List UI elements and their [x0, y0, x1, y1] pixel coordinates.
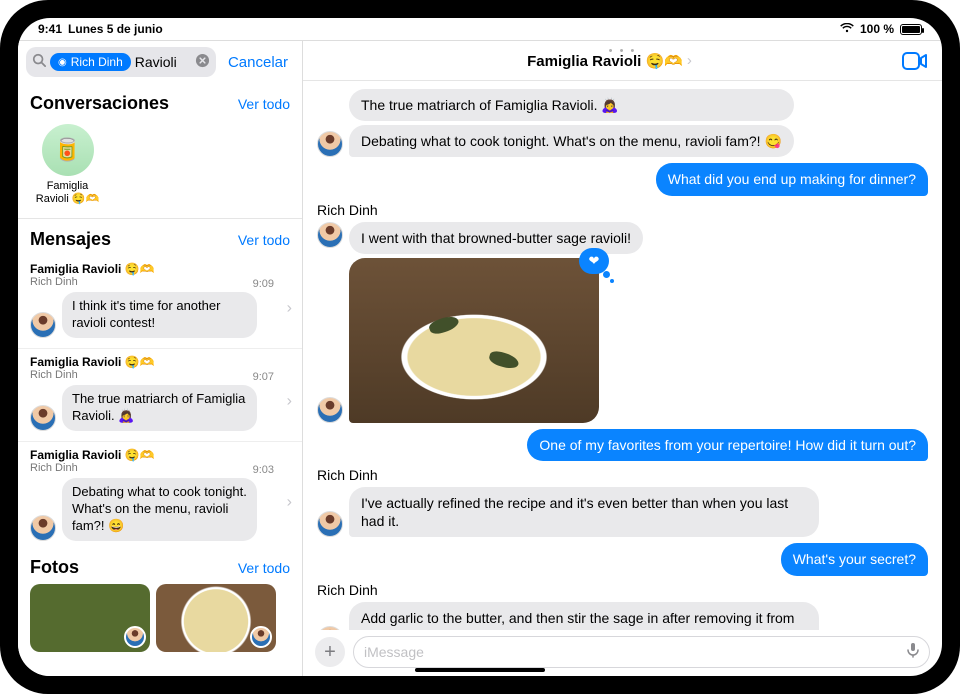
tapback-love[interactable]: ❤: [579, 248, 609, 274]
photo-result[interactable]: [156, 584, 276, 652]
conversation-pane: • • • Famiglia Ravioli 🤤🫶 › The true mat…: [303, 41, 942, 676]
avatar: [317, 511, 343, 537]
sender-label: Rich Dinh: [317, 467, 928, 483]
conversation-avatar: 🥫: [42, 124, 94, 176]
photos-heading: Fotos: [30, 557, 79, 578]
avatar: [317, 222, 343, 248]
search-token-label: Rich Dinh: [71, 55, 123, 69]
message-result-time: 9:07: [253, 371, 274, 383]
chevron-right-icon: ›: [287, 392, 292, 410]
status-time: 9:41: [38, 22, 62, 36]
message-result-chat: Famiglia Ravioli 🤤🫶: [30, 262, 290, 276]
battery-icon: [900, 24, 922, 35]
status-bar: 9:41 Lunes 5 de junio 100 %: [18, 18, 942, 40]
incoming-message[interactable]: Debating what to cook tonight. What's on…: [349, 125, 794, 157]
sidebar: ◉ Rich Dinh Ravioli Cancelar Conversacio…: [18, 41, 303, 676]
chevron-right-icon: ›: [287, 300, 292, 318]
sender-label: Rich Dinh: [317, 582, 928, 598]
message-result-time: 9:09: [253, 278, 274, 290]
avatar: [317, 131, 343, 157]
conversation-title: Famiglia Ravioli 🤤🫶: [527, 52, 683, 70]
avatar: [30, 515, 56, 541]
message-input-placeholder: iMessage: [364, 644, 424, 660]
incoming-message[interactable]: I've actually refined the recipe and it'…: [349, 487, 819, 537]
add-attachment-button[interactable]: +: [315, 637, 345, 667]
conversation-name-line2: Ravioli 🤤🫶: [30, 193, 105, 206]
conversation-header: • • • Famiglia Ravioli 🤤🫶 ›: [303, 41, 942, 81]
message-input[interactable]: iMessage: [353, 636, 930, 668]
conversations-see-all[interactable]: Ver todo: [238, 96, 290, 112]
message-result-chat: Famiglia Ravioli 🤤🫶: [30, 448, 290, 462]
message-result-sender: Rich Dinh: [30, 276, 290, 288]
avatar: [317, 397, 343, 423]
wifi-icon: [840, 22, 854, 36]
message-thread[interactable]: The true matriarch of Famiglia Ravioli. …: [303, 81, 942, 630]
message-result-sender: Rich Dinh: [30, 369, 290, 381]
message-result-text: Debating what to cook tonight. What's on…: [62, 478, 257, 541]
chevron-right-icon: ›: [287, 494, 292, 512]
person-icon: ◉: [58, 57, 67, 68]
conversations-heading: Conversaciones: [30, 93, 169, 114]
facetime-button[interactable]: [902, 52, 928, 70]
search-field[interactable]: ◉ Rich Dinh Ravioli: [26, 47, 216, 77]
conversation-name-line1: Famiglia: [30, 180, 105, 193]
message-result-chat: Famiglia Ravioli 🤤🫶: [30, 355, 290, 369]
incoming-message[interactable]: Add garlic to the butter, and then stir …: [349, 602, 819, 631]
messages-heading: Mensajes: [30, 229, 111, 250]
search-query-text: Ravioli: [135, 54, 177, 70]
avatar: [30, 312, 56, 338]
message-result-sender: Rich Dinh: [30, 462, 290, 474]
message-result-text: The true matriarch of Famiglia Ravioli. …: [62, 385, 257, 431]
status-date: Lunes 5 de junio: [68, 22, 163, 36]
photo-result[interactable]: [30, 584, 150, 652]
chevron-right-icon: ›: [687, 52, 692, 69]
message-result-text: I think it's time for another ravioli co…: [62, 292, 257, 338]
message-result-time: 9:03: [253, 464, 274, 476]
composer: + iMessage: [303, 630, 942, 676]
search-icon: [32, 53, 46, 72]
sender-label: Rich Dinh: [317, 202, 928, 218]
outgoing-message[interactable]: What did you end up making for dinner?: [656, 163, 928, 195]
home-indicator[interactable]: [415, 668, 545, 672]
avatar: [250, 626, 272, 648]
messages-see-all[interactable]: Ver todo: [238, 232, 290, 248]
outgoing-message[interactable]: What's your secret?: [781, 543, 928, 575]
incoming-message[interactable]: The true matriarch of Famiglia Ravioli. …: [349, 89, 794, 121]
avatar: [124, 626, 146, 648]
dictation-button[interactable]: [907, 642, 919, 662]
clear-search-button[interactable]: [195, 53, 210, 71]
photos-see-all[interactable]: Ver todo: [238, 560, 290, 576]
avatar: [30, 405, 56, 431]
battery-percent: 100 %: [860, 22, 894, 36]
image-attachment[interactable]: [349, 258, 599, 423]
search-token-contact[interactable]: ◉ Rich Dinh: [50, 53, 131, 71]
message-result[interactable]: Famiglia Ravioli 🤤🫶 Rich Dinh 9:07 The t…: [18, 349, 302, 442]
cancel-search-button[interactable]: Cancelar: [222, 54, 294, 71]
message-result[interactable]: Famiglia Ravioli 🤤🫶 Rich Dinh 9:03 Debat…: [18, 442, 302, 551]
outgoing-message[interactable]: One of my favorites from your repertoire…: [527, 429, 928, 461]
conversation-result[interactable]: 🥫 Famiglia Ravioli 🤤🫶: [30, 124, 105, 206]
message-result[interactable]: Famiglia Ravioli 🤤🫶 Rich Dinh 9:09 I thi…: [18, 256, 302, 349]
multitask-handle-icon[interactable]: • • •: [609, 45, 637, 57]
